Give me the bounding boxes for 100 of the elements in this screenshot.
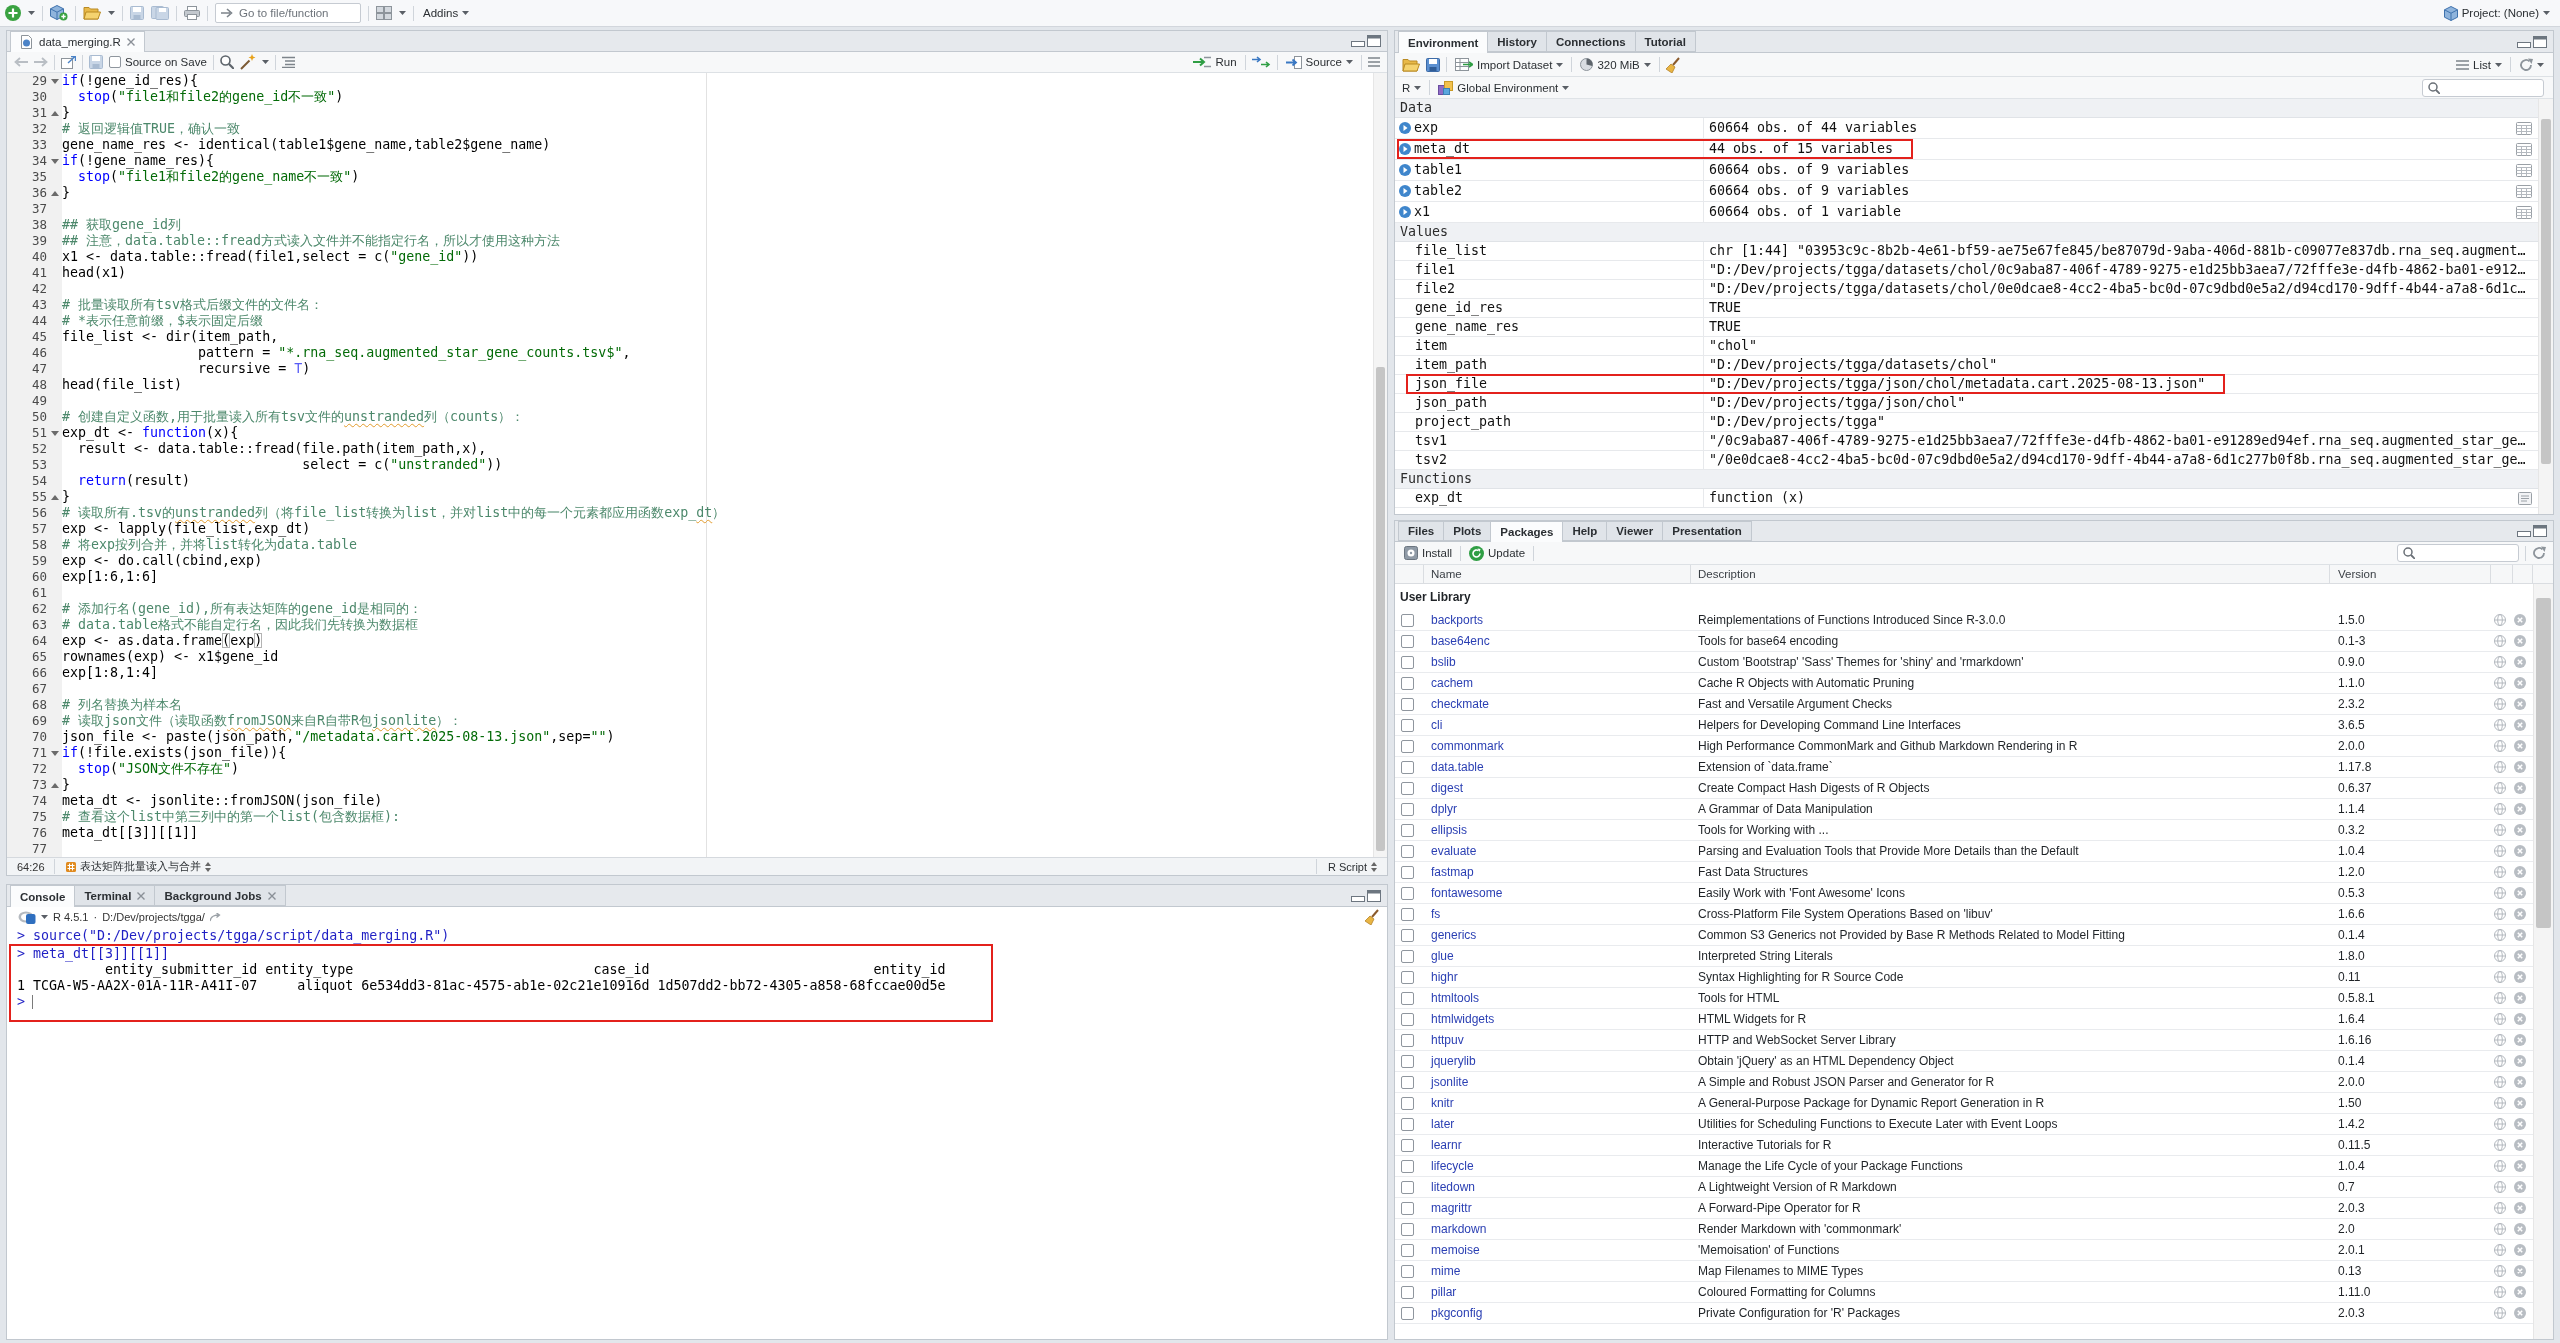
checkbox[interactable] xyxy=(1401,928,1414,942)
checkbox[interactable] xyxy=(1401,676,1414,690)
save-icon[interactable] xyxy=(1426,57,1440,72)
checkbox[interactable] xyxy=(1401,781,1414,795)
minimize-icon[interactable] xyxy=(1351,895,1365,902)
checkbox[interactable] xyxy=(1401,907,1414,921)
package-link[interactable]: cachem xyxy=(1431,676,1474,690)
checkbox[interactable] xyxy=(1401,949,1414,963)
table-icon[interactable] xyxy=(2516,205,2532,219)
scrollbar-thumb[interactable] xyxy=(1376,367,1385,851)
globe-icon[interactable] xyxy=(2494,1286,2506,1298)
checkbox[interactable] xyxy=(1401,1075,1414,1089)
x-circle-icon[interactable] xyxy=(2514,740,2526,752)
package-link[interactable]: htmlwidgets xyxy=(1431,1012,1495,1026)
checkbox[interactable] xyxy=(1401,1054,1414,1068)
globe-icon[interactable] xyxy=(2494,761,2506,773)
checkbox[interactable] xyxy=(1401,697,1414,711)
menu-icon[interactable] xyxy=(1368,57,1380,67)
globe-icon[interactable] xyxy=(2494,656,2506,668)
globe-icon[interactable] xyxy=(2494,1139,2506,1151)
addins-menu[interactable]: Addins xyxy=(421,3,472,23)
package-link[interactable]: data.table xyxy=(1431,760,1484,774)
x-circle-icon[interactable] xyxy=(2514,1265,2526,1277)
expand-icon[interactable] xyxy=(1399,185,1411,197)
fold-icon[interactable] xyxy=(50,750,59,756)
console-tab[interactable]: Console xyxy=(10,885,76,907)
update-button[interactable]: Update xyxy=(1467,543,1528,563)
package-link[interactable]: pillar xyxy=(1431,1285,1457,1299)
packages-pane-tab[interactable]: Presentation xyxy=(1662,521,1752,541)
fold-icon[interactable] xyxy=(50,494,59,500)
arrow-icon[interactable] xyxy=(209,912,221,922)
close-icon[interactable] xyxy=(126,38,135,46)
checkbox[interactable] xyxy=(1401,865,1414,879)
x-circle-icon[interactable] xyxy=(2514,782,2526,794)
checkbox[interactable] xyxy=(1401,1138,1414,1152)
globe-icon[interactable] xyxy=(2494,1181,2506,1193)
checkbox[interactable] xyxy=(1401,1159,1414,1173)
scrollbar[interactable] xyxy=(1373,73,1387,857)
x-circle-icon[interactable] xyxy=(2514,1076,2526,1088)
x-circle-icon[interactable] xyxy=(2514,929,2526,941)
packages-pane-tab[interactable]: Packages xyxy=(1490,521,1564,542)
x-circle-icon[interactable] xyxy=(2514,971,2526,983)
package-link[interactable]: digest xyxy=(1431,781,1464,795)
checkbox[interactable] xyxy=(1401,1201,1414,1215)
package-link[interactable]: highr xyxy=(1431,970,1458,984)
x-circle-icon[interactable] xyxy=(2514,1118,2526,1130)
package-link[interactable]: ellipsis xyxy=(1431,823,1467,837)
packages-pane-tab[interactable]: Viewer xyxy=(1606,521,1664,541)
x-circle-icon[interactable] xyxy=(2514,1139,2526,1151)
globe-icon[interactable] xyxy=(2494,929,2506,941)
x-circle-icon[interactable] xyxy=(2514,635,2526,647)
checkbox[interactable] xyxy=(109,56,121,68)
x-circle-icon[interactable] xyxy=(2514,1055,2526,1067)
globe-icon[interactable] xyxy=(2494,614,2506,626)
package-link[interactable]: generics xyxy=(1431,928,1477,942)
checkbox[interactable] xyxy=(1401,739,1414,753)
checkbox[interactable] xyxy=(1401,1243,1414,1257)
x-circle-icon[interactable] xyxy=(2514,1181,2526,1193)
globe-icon[interactable] xyxy=(2494,1076,2506,1088)
source-on-save-checkbox[interactable]: Source on Save xyxy=(109,56,207,68)
globe-icon[interactable] xyxy=(2494,698,2506,710)
table-icon[interactable] xyxy=(2516,163,2532,177)
globe-icon[interactable] xyxy=(2494,908,2506,920)
globe-icon[interactable] xyxy=(2494,1307,2506,1319)
scrollbar-thumb[interactable] xyxy=(2541,119,2551,464)
checkbox[interactable] xyxy=(1401,655,1414,669)
package-link[interactable]: magrittr xyxy=(1431,1201,1472,1215)
checkbox[interactable] xyxy=(1401,1222,1414,1236)
view-mode-menu[interactable]: List xyxy=(2454,55,2504,74)
search-icon[interactable] xyxy=(219,55,234,69)
globe-icon[interactable] xyxy=(2494,1013,2506,1025)
x-circle-icon[interactable] xyxy=(2514,1013,2526,1025)
search-field[interactable] xyxy=(2397,544,2519,562)
package-link[interactable]: litedown xyxy=(1431,1180,1476,1194)
document-icon[interactable] xyxy=(2518,491,2532,505)
install-button[interactable]: Install xyxy=(1402,543,1455,563)
x-circle-icon[interactable] xyxy=(2514,1097,2526,1109)
packages-pane-tab[interactable]: Files xyxy=(1398,521,1445,541)
package-link[interactable]: jquerylib xyxy=(1431,1054,1476,1068)
fold-icon[interactable] xyxy=(50,782,59,788)
globe-icon[interactable] xyxy=(2494,1055,2506,1067)
globe-icon[interactable] xyxy=(2494,1265,2506,1277)
x-circle-icon[interactable] xyxy=(2514,950,2526,962)
search-field[interactable] xyxy=(2422,78,2544,97)
broom-icon[interactable] xyxy=(1365,909,1379,925)
checkbox[interactable] xyxy=(1401,844,1414,858)
package-link[interactable]: memoise xyxy=(1431,1243,1480,1257)
table-icon[interactable] xyxy=(2516,142,2532,156)
expand-icon[interactable] xyxy=(1399,206,1411,218)
package-link[interactable]: learnr xyxy=(1431,1138,1462,1152)
x-circle-icon[interactable] xyxy=(2514,824,2526,836)
environment-tab[interactable]: Tutorial xyxy=(1634,31,1696,52)
print-icon[interactable] xyxy=(184,6,200,20)
environment-tab[interactable]: Connections xyxy=(1545,31,1636,52)
globe-icon[interactable] xyxy=(2494,1202,2506,1214)
run-button[interactable]: Run xyxy=(1191,52,1239,72)
package-link[interactable]: cli xyxy=(1431,718,1443,732)
x-circle-icon[interactable] xyxy=(2514,1202,2526,1214)
scrollbar[interactable] xyxy=(2538,99,2553,514)
checkbox[interactable] xyxy=(1401,1033,1414,1047)
